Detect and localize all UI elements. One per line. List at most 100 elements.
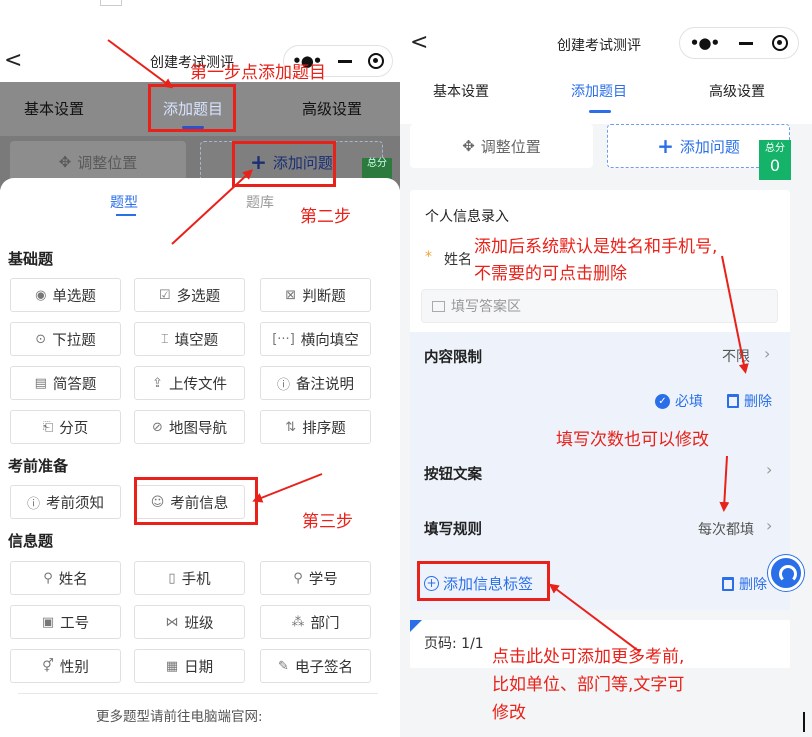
option-icon: ▤ bbox=[34, 375, 47, 391]
option-icon: ⋈ bbox=[165, 614, 179, 630]
tab-advanced-settings[interactable]: 高级设置 bbox=[302, 98, 362, 119]
field-icon bbox=[432, 300, 445, 312]
tab-basic-settings[interactable]: 基本设置 bbox=[433, 81, 489, 101]
back-icon[interactable]: < bbox=[410, 30, 428, 55]
sheet-tab-underline bbox=[116, 214, 136, 216]
answer-input[interactable]: 填写答案区 bbox=[421, 289, 778, 323]
question-type-option[interactable]: ▣ 工号 bbox=[10, 605, 121, 639]
close-target-icon[interactable] bbox=[367, 53, 384, 69]
option-label: 姓名 bbox=[58, 571, 88, 588]
question-type-option[interactable]: ▯ 手机 bbox=[134, 561, 245, 595]
highlight-add-question-button bbox=[232, 141, 336, 187]
tab-add-questions[interactable]: 添加题目 bbox=[571, 81, 627, 101]
required-toggle[interactable]: ✓ 必填 bbox=[655, 391, 703, 411]
delete-card-button[interactable]: 删除 bbox=[722, 574, 767, 594]
option-label: 单选题 bbox=[52, 288, 96, 305]
question-type-option[interactable]: ⚲ 学号 bbox=[260, 561, 371, 595]
right-phone-screen: < 创建考试测评 •●• 基本设置 添加题目 高级设置 ✥ 调整位置 + 添加问… bbox=[400, 0, 812, 737]
question-type-option[interactable]: ⚥ 性别 bbox=[10, 649, 121, 683]
move-icon: ✥ bbox=[462, 137, 475, 155]
question-type-option[interactable]: ⇅ 排序题 bbox=[260, 410, 371, 444]
annotation-note3-line3: 修改 bbox=[492, 703, 526, 723]
text-cursor bbox=[803, 712, 805, 732]
delete-label: 删除 bbox=[739, 577, 767, 593]
mini-program-capsule: •●• bbox=[679, 27, 799, 59]
close-target-icon[interactable] bbox=[772, 35, 789, 51]
chevron-right-icon[interactable]: › bbox=[766, 460, 772, 479]
adjust-position-label: 调整位置 bbox=[77, 153, 138, 172]
back-icon[interactable]: < bbox=[4, 48, 22, 73]
more-dots-icon[interactable]: •●• bbox=[690, 34, 720, 52]
question-type-option[interactable]: ⓘ 备注说明 bbox=[260, 366, 371, 400]
question-type-option[interactable]: ⌶ 填空题 bbox=[134, 322, 245, 356]
option-label: 填空题 bbox=[174, 332, 219, 349]
question-type-option[interactable]: ☑ 多选题 bbox=[134, 278, 245, 312]
option-icon: ☑ bbox=[158, 287, 171, 303]
sheet-tab-question-types[interactable]: 题型 bbox=[110, 192, 138, 212]
option-label: 上传文件 bbox=[168, 376, 227, 393]
question-type-option[interactable]: ⎗ 分页 bbox=[10, 410, 121, 444]
adjust-position-button[interactable]: ✥ 调整位置 bbox=[10, 141, 186, 183]
option-label: 工号 bbox=[60, 615, 90, 632]
question-type-option[interactable]: ⊙ 下拉题 bbox=[10, 322, 121, 356]
option-label: 简答题 bbox=[52, 376, 97, 393]
option-icon: ⁂ bbox=[291, 614, 305, 630]
option-icon: ▣ bbox=[41, 614, 55, 630]
question-type-option[interactable]: ⊠ 判断题 bbox=[260, 278, 371, 312]
annotation-note3-line1: 点击此处可添加更多考前, bbox=[492, 647, 685, 667]
trash-icon bbox=[727, 394, 739, 408]
question-type-option[interactable]: ▤ 简答题 bbox=[10, 366, 121, 400]
trash-icon bbox=[722, 577, 734, 591]
adjust-position-label: 调整位置 bbox=[480, 137, 541, 156]
question-type-option[interactable]: ▦ 日期 bbox=[134, 649, 245, 683]
customer-service-icon[interactable] bbox=[768, 555, 804, 591]
option-label: 排序题 bbox=[302, 420, 346, 437]
content-limit-value[interactable]: 不限 bbox=[722, 346, 750, 366]
highlight-add-info-tag bbox=[417, 561, 550, 601]
tab-advanced-settings[interactable]: 高级设置 bbox=[709, 81, 765, 101]
window-edge bbox=[100, 0, 122, 6]
tab-basic-settings[interactable]: 基本设置 bbox=[24, 98, 84, 119]
minimize-icon[interactable] bbox=[337, 59, 352, 63]
question-type-option[interactable]: ⊘ 地图导航 bbox=[134, 410, 245, 444]
fill-rule-value[interactable]: 每次都填 bbox=[698, 519, 754, 539]
question-type-option[interactable]: ⋈ 班级 bbox=[134, 605, 245, 639]
question-type-option[interactable]: ⚲ 姓名 bbox=[10, 561, 121, 595]
fill-rule-label: 填写规则 bbox=[424, 522, 482, 538]
required-label: 必填 bbox=[675, 394, 703, 410]
option-label: 电子签名 bbox=[294, 659, 353, 676]
question-type-option[interactable]: ⁂ 部门 bbox=[260, 605, 371, 639]
annotation-note2: 填写次数也可以修改 bbox=[556, 430, 709, 450]
highlight-exam-info-option bbox=[134, 477, 258, 525]
card-title: 个人信息录入 bbox=[425, 209, 509, 225]
button-text-label[interactable]: 按钮文案 bbox=[424, 463, 482, 484]
question-type-option[interactable]: [···] 横向填空 bbox=[260, 322, 371, 356]
right-nav-bar bbox=[400, 0, 812, 124]
sheet-tab-question-bank[interactable]: 题库 bbox=[246, 192, 274, 212]
option-label: 分页 bbox=[59, 420, 89, 437]
chevron-right-icon[interactable]: › bbox=[764, 344, 770, 363]
question-type-option[interactable]: ✎ 电子签名 bbox=[260, 649, 371, 683]
section-info-questions: 信息题 bbox=[8, 532, 54, 550]
question-type-option[interactable]: ◉ 单选题 bbox=[10, 278, 121, 312]
name-field-label: 姓名 bbox=[444, 252, 472, 268]
more-types-hint: 更多题型请前往电脑端官网: bbox=[96, 709, 263, 725]
question-type-option[interactable]: ⇪ 上传文件 bbox=[134, 366, 245, 400]
adjust-position-button[interactable]: ✥ 调整位置 bbox=[410, 124, 593, 168]
minimize-icon[interactable] bbox=[738, 41, 753, 45]
content-limit-label: 内容限制 bbox=[424, 350, 482, 366]
highlight-add-questions-tab bbox=[148, 84, 236, 132]
move-icon: ✥ bbox=[58, 153, 72, 171]
answer-placeholder: 填写答案区 bbox=[451, 299, 521, 315]
question-type-option[interactable]: ⓘ 考前须知 bbox=[10, 485, 121, 519]
option-label: 性别 bbox=[59, 659, 89, 676]
chevron-right-icon[interactable]: › bbox=[766, 516, 772, 535]
required-star: * bbox=[425, 249, 432, 265]
delete-field-button[interactable]: 删除 bbox=[727, 391, 772, 411]
section-basic-questions: 基础题 bbox=[8, 250, 54, 268]
option-icon: ⚲ bbox=[293, 570, 303, 586]
option-label: 备注说明 bbox=[296, 376, 354, 393]
option-label: 学号 bbox=[308, 571, 338, 588]
option-label: 手机 bbox=[181, 571, 211, 588]
check-icon: ✓ bbox=[655, 393, 670, 409]
